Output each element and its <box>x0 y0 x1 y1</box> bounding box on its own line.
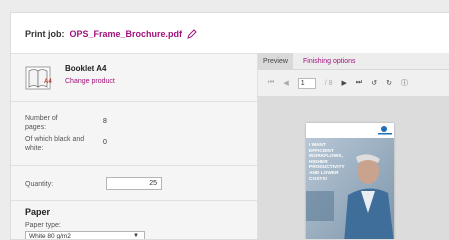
print-job-filename: OPS_Frame_Brochure.pdf <box>69 29 183 39</box>
preview-tabs: Preview Finishing options <box>258 53 449 70</box>
last-page-icon[interactable]: ⏭ <box>356 79 362 87</box>
prev-page-icon[interactable]: ◀ <box>283 79 288 87</box>
quantity-input[interactable]: 25 <box>106 177 162 190</box>
product-section: A4 Booklet A4 Change product <box>11 53 257 101</box>
booklet-badge: A4 <box>44 79 52 85</box>
print-job-label: Print job: <box>25 29 65 39</box>
paper-type-select[interactable]: White 80 g/m2 ▼ <box>25 231 145 240</box>
pencil-icon[interactable] <box>187 29 197 39</box>
next-page-icon[interactable]: ▶ <box>342 79 347 87</box>
paper-heading: Paper <box>25 207 51 217</box>
preview-canvas: I WANT EFFICIENT WORKFLOWS, HIGHER PRODU… <box>258 96 449 239</box>
paper-type-label: Paper type: <box>25 222 61 229</box>
page-number-input[interactable]: 1 <box>297 77 316 89</box>
print-job-title: Print job: OPS_Frame_Brochure.pdf <box>25 29 197 39</box>
info-icon[interactable]: ⓘ <box>401 78 408 88</box>
pages-section: Number of pages: 8 Of which black and wh… <box>11 101 257 165</box>
print-job-card: Print job: OPS_Frame_Brochure.pdf A4 Boo… <box>10 12 449 240</box>
bw-pages-label: Of which black and white: <box>25 136 85 152</box>
page-count-label: Number of pages: <box>25 115 58 131</box>
tab-finishing-options[interactable]: Finishing options <box>298 53 361 70</box>
tab-preview[interactable]: Preview <box>258 53 293 70</box>
preview-toolbar: ⏮ ◀ 1 / 8 ▶ ⏭ ↺ ↻ ⓘ <box>258 70 449 96</box>
bw-pages-value: 0 <box>103 139 107 146</box>
page-total: / 8 <box>324 79 333 87</box>
change-product-link[interactable]: Change product <box>65 78 115 85</box>
rotate-left-icon[interactable]: ↺ <box>371 79 377 87</box>
brochure-page-thumbnail: I WANT EFFICIENT WORKFLOWS, HIGHER PRODU… <box>306 123 394 239</box>
paper-type-value: White 80 g/m2 <box>29 233 71 240</box>
chevron-down-icon: ▼ <box>133 233 139 239</box>
preview-panel: Preview Finishing options ⏮ ◀ 1 / 8 ▶ ⏭ … <box>257 53 449 239</box>
booklet-icon: A4 <box>25 64 55 92</box>
product-name: Booklet A4 <box>65 64 107 73</box>
brochure-headline: I WANT EFFICIENT WORKFLOWS, HIGHER PRODU… <box>309 143 345 182</box>
page-count-value: 8 <box>103 118 107 125</box>
quantity-label: Quantity: <box>25 181 54 188</box>
first-page-icon[interactable]: ⏮ <box>268 79 274 87</box>
rotate-right-icon[interactable]: ↻ <box>386 79 392 87</box>
